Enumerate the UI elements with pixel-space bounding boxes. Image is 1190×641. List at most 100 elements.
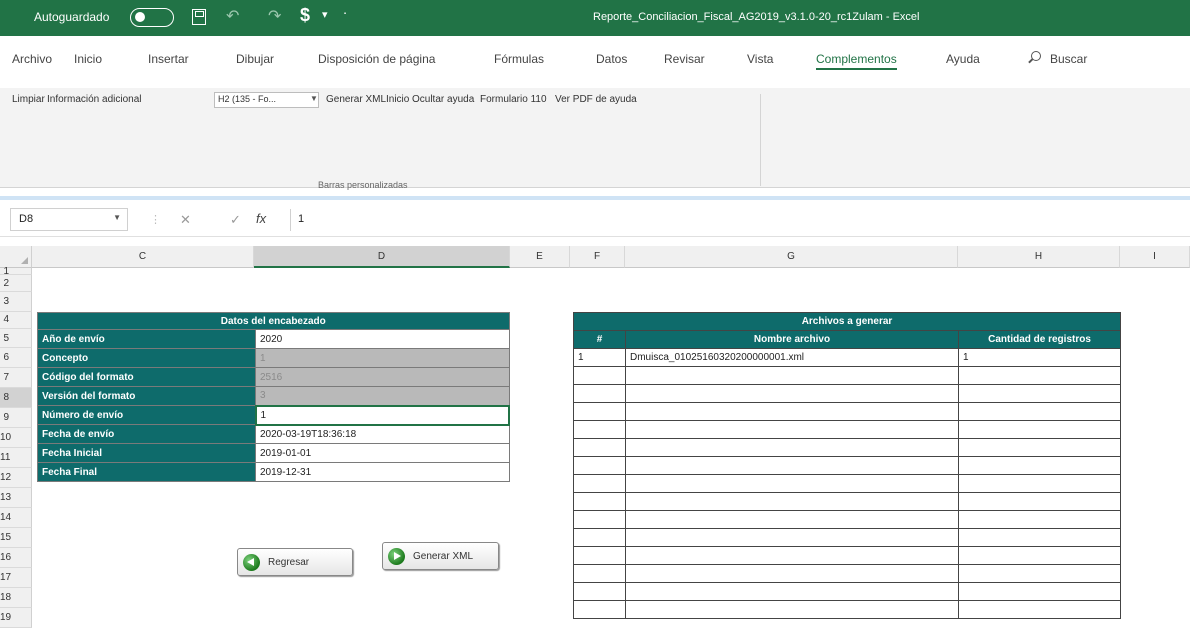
row-header[interactable]: 16: [0, 548, 32, 568]
row-header[interactable]: 12: [0, 468, 32, 488]
name-box[interactable]: D8 ▼: [10, 208, 128, 231]
row-header[interactable]: 8: [0, 388, 32, 408]
search-icon[interactable]: [1031, 51, 1041, 61]
column-header-h[interactable]: H: [958, 246, 1120, 268]
tab-inicio[interactable]: Inicio: [74, 52, 102, 66]
column-header-i[interactable]: I: [1120, 246, 1190, 268]
tab-complementos[interactable]: Complementos: [816, 52, 897, 70]
formula-divider: [290, 209, 291, 231]
header-data-title: Datos del encabezado: [37, 312, 510, 330]
row-header[interactable]: 5: [0, 329, 32, 348]
table-row: [573, 564, 1121, 583]
tab-archivo[interactable]: Archivo: [12, 52, 52, 66]
ribbon-group-label: Barras personalizadas: [318, 180, 408, 190]
field-value: 1: [255, 348, 510, 368]
ribbon-edge: [0, 196, 1190, 200]
column-header-c[interactable]: C: [32, 246, 254, 268]
table-row: [573, 366, 1121, 385]
row-header[interactable]: 13: [0, 488, 32, 508]
generar-xml-button[interactable]: Generar XML: [382, 542, 499, 570]
column-header: Nombre archivo: [625, 330, 959, 349]
name-box-value: D8: [19, 213, 34, 225]
tab-disposicion[interactable]: Disposición de página: [318, 52, 435, 66]
info-adicional-button[interactable]: Información adicional: [47, 94, 142, 105]
generar-xml-label: Generar XML: [413, 551, 474, 562]
row-header[interactable]: 17: [0, 568, 32, 588]
chevron-down-icon[interactable]: ▾: [322, 8, 328, 21]
tab-revisar[interactable]: Revisar: [664, 52, 705, 66]
tab-vista[interactable]: Vista: [747, 52, 773, 66]
row-header[interactable]: 14: [0, 508, 32, 528]
field-value[interactable]: 2019-01-01: [255, 443, 510, 463]
table-row: [573, 384, 1121, 403]
row-header[interactable]: 9: [0, 408, 32, 428]
undo-icon[interactable]: ↶: [226, 6, 239, 26]
column-header-g[interactable]: G: [625, 246, 958, 268]
files-table: Archivos a generar # Nombre archivo Cant…: [573, 312, 1121, 619]
row-header[interactable]: 1: [0, 267, 32, 277]
customize-toolbar-icon[interactable]: ⋅: [343, 6, 347, 22]
forward-arrow-icon: [388, 548, 405, 565]
header-data-table: Datos del encabezado Año de envío 2020 Co…: [37, 312, 510, 482]
selected-cell[interactable]: 1: [254, 404, 510, 426]
row-header[interactable]: 18: [0, 588, 32, 608]
formulario-button[interactable]: Formulario 110: [480, 94, 547, 105]
currency-icon[interactable]: $: [300, 5, 310, 26]
row-header[interactable]: 4: [0, 312, 32, 329]
save-icon[interactable]: [192, 9, 206, 25]
title-bar: Autoguardado ↶ ↷ $ ▾ ⋅ Reporte_Conciliac…: [0, 0, 1190, 36]
check-icon[interactable]: ✓: [230, 212, 241, 228]
table-row: [573, 420, 1121, 439]
tab-formulas[interactable]: Fórmulas: [494, 52, 544, 66]
row-header[interactable]: 11: [0, 448, 32, 468]
table-row: 1 Dmuisca_01025160320200000001.xml 1: [573, 348, 1121, 367]
format-combo[interactable]: H2 (135 - Fo...: [214, 92, 319, 108]
row-header[interactable]: 19: [0, 608, 32, 628]
regresar-button[interactable]: Regresar: [237, 548, 353, 576]
field-label: Fecha Inicial: [37, 443, 256, 463]
table-row: [573, 528, 1121, 547]
field-label: Año de envío: [37, 329, 256, 349]
field-value[interactable]: 2020: [255, 329, 510, 349]
limpiar-button[interactable]: Limpiar: [12, 94, 45, 105]
formula-input[interactable]: 1: [298, 213, 304, 225]
ribbon-divider: [760, 94, 761, 186]
table-row: [573, 438, 1121, 457]
row-header[interactable]: 6: [0, 348, 32, 368]
row-header[interactable]: 7: [0, 368, 32, 388]
table-row: [573, 492, 1121, 511]
generar-xml-ribbon-button[interactable]: Generar XML: [326, 94, 386, 105]
autosave-toggle[interactable]: [130, 8, 174, 27]
separator-icon: ⋮: [150, 214, 161, 226]
chevron-down-icon[interactable]: ▼: [113, 213, 121, 222]
ocultar-ayuda-button[interactable]: Ocultar ayuda: [412, 94, 474, 105]
table-row: [573, 510, 1121, 529]
function-icon[interactable]: fx: [256, 211, 266, 226]
column-header-d[interactable]: D: [254, 246, 510, 268]
redo-icon[interactable]: ↷: [268, 6, 281, 26]
column-header-f[interactable]: F: [570, 246, 625, 268]
row-header[interactable]: 3: [0, 292, 32, 312]
cancel-icon[interactable]: ✕: [180, 212, 191, 228]
tab-ayuda[interactable]: Ayuda: [946, 52, 980, 66]
formula-bar: D8 ▼ ⋮ ✕ ✓ fx 1: [0, 203, 1190, 237]
row-header[interactable]: 15: [0, 528, 32, 548]
row-header[interactable]: 10: [0, 428, 32, 448]
tab-insertar[interactable]: Insertar: [148, 52, 189, 66]
inicio-ribbon-button[interactable]: Inicio: [386, 94, 409, 105]
field-label: Número de envío: [37, 405, 256, 425]
select-all-corner[interactable]: [0, 246, 32, 268]
column-header-e[interactable]: E: [510, 246, 570, 268]
regresar-label: Regresar: [268, 557, 310, 568]
search-label[interactable]: Buscar: [1050, 52, 1087, 66]
field-value[interactable]: 2020-03-19T18:36:18: [255, 424, 510, 444]
tab-dibujar[interactable]: Dibujar: [236, 52, 274, 66]
field-label: Concepto: [37, 348, 256, 368]
field-label: Código del formato: [37, 367, 256, 387]
chevron-down-icon[interactable]: ▼: [310, 94, 318, 103]
tab-datos[interactable]: Datos: [596, 52, 627, 66]
field-value: 3: [255, 386, 510, 406]
field-value[interactable]: 2019-12-31: [255, 462, 510, 482]
ver-pdf-button[interactable]: Ver PDF de ayuda: [555, 94, 637, 105]
row-header[interactable]: 2: [0, 275, 32, 292]
